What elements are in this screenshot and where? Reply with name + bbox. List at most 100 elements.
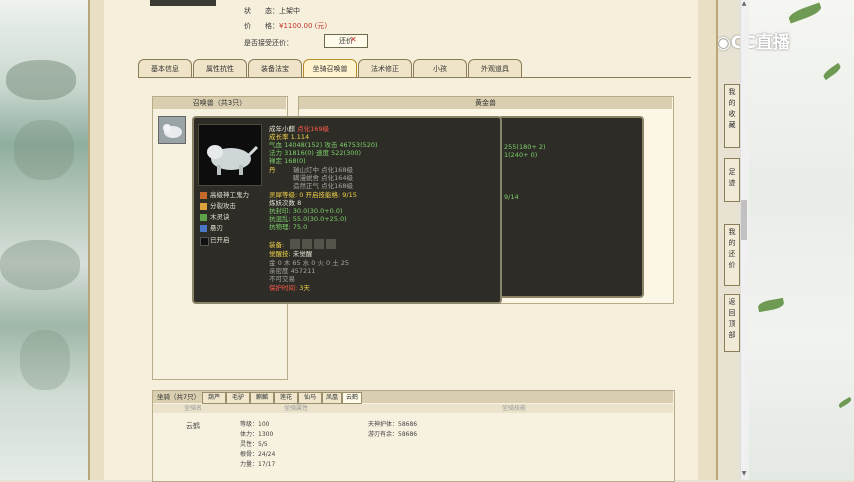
pet-name-line: 成年小麒 点化169级 bbox=[269, 125, 329, 133]
tab-1[interactable]: 属性抗性 bbox=[193, 59, 247, 78]
protect-row: 保护时间: 3天 bbox=[269, 284, 310, 292]
skill-icon-4 bbox=[200, 225, 207, 232]
mount-tab-1[interactable]: 毛驴 bbox=[226, 392, 250, 404]
side-offers-label: 我的还价 bbox=[728, 228, 736, 269]
left-scenery bbox=[0, 0, 88, 480]
atk-value: 攻击 46753 bbox=[324, 141, 361, 149]
skill-icon-1 bbox=[200, 192, 207, 199]
focus-row: 禅定 168(0) bbox=[269, 157, 306, 165]
atk-bonus: (520) bbox=[360, 141, 378, 149]
dan-2: 瞒漫蜕舍 点化164级 bbox=[293, 174, 353, 182]
mount-tab-4[interactable]: 仙马 bbox=[298, 392, 322, 404]
tab-3[interactable]: 坐骑召唤兽 bbox=[303, 59, 357, 78]
tooltip2-stat-3: 9/14 bbox=[504, 193, 519, 201]
live-logo-icon: ◉ bbox=[716, 33, 731, 53]
pet-avatar[interactable] bbox=[158, 116, 186, 144]
mount-header-title: 坐骑（共7只） bbox=[157, 393, 201, 401]
focus-bonus: (0) bbox=[296, 157, 306, 165]
awaken-value: 未觉醒 bbox=[292, 250, 313, 258]
skill-4: 悬刃 bbox=[210, 224, 223, 232]
mount-tab-2[interactable]: 麒麟 bbox=[250, 392, 274, 404]
trade-status: 不可交易 bbox=[269, 275, 295, 283]
resist-chaos: 抗混乱: 55.0(30.0+25.0) bbox=[269, 215, 347, 223]
equip-slot-2[interactable] bbox=[302, 239, 312, 249]
awaken-row: 觉醒技: 未觉醒 bbox=[269, 250, 312, 258]
mp-bonus: (0) bbox=[304, 149, 314, 157]
side-favorites-label: 我的收藏 bbox=[728, 88, 736, 129]
mount-tab-0[interactable]: 葫芦 bbox=[202, 392, 226, 404]
mount-tab-6[interactable]: 云鹤 bbox=[342, 392, 362, 404]
train-count: 炼妖次数 8 bbox=[269, 199, 302, 207]
protect-label: 保护时间: bbox=[269, 284, 298, 292]
spd-value: 速度 522 bbox=[316, 149, 344, 157]
pet-detail-header: 黄金兽 bbox=[299, 97, 672, 109]
tab-0[interactable]: 基本信息 bbox=[138, 59, 192, 78]
offer-label: 是否接受还价： bbox=[244, 39, 293, 47]
mount-attr-5: 力量：17/17 bbox=[240, 461, 276, 468]
price-value: ¥1100.00 (元) bbox=[279, 22, 328, 30]
status-value: 上架中 bbox=[279, 7, 300, 15]
equip-slot-3[interactable] bbox=[314, 239, 324, 249]
live-logo[interactable]: ◉CC直播 bbox=[716, 30, 840, 56]
dan-label: 丹 bbox=[269, 166, 276, 174]
resist-seal: 抗封印: 30.0(30.0+0.0) bbox=[269, 207, 343, 215]
mount-name: 云鹤 bbox=[186, 422, 200, 430]
intimacy: 亲密度 457211 bbox=[269, 267, 316, 275]
pet-portrait bbox=[198, 124, 262, 186]
mount-tab-3[interactable]: 莲花 bbox=[274, 392, 298, 404]
item-image bbox=[150, 0, 216, 6]
scroll-down-icon[interactable]: ▼ bbox=[740, 470, 748, 478]
equip-slot-4[interactable] bbox=[326, 239, 336, 249]
skill-2: 分裂攻击 bbox=[210, 202, 236, 210]
right-scenery bbox=[748, 0, 854, 480]
protect-value: 3天 bbox=[299, 284, 310, 292]
white-lion-icon bbox=[207, 145, 259, 175]
skill-icon-3 bbox=[200, 214, 207, 221]
tab-6[interactable]: 外观道具 bbox=[468, 59, 522, 78]
offer-close-icon[interactable]: ✕ bbox=[350, 36, 358, 44]
dan-3: 造然正气 点化168级 bbox=[293, 182, 353, 190]
skill-1: 高级神工鬼力 bbox=[210, 191, 249, 199]
scrollbar-thumb[interactable] bbox=[741, 200, 747, 240]
equip-label: 装备: bbox=[269, 241, 285, 249]
hp-bonus: (152) bbox=[304, 141, 323, 149]
skill-icon-5 bbox=[200, 237, 209, 246]
side-favorites-button[interactable]: 我的收藏 bbox=[724, 84, 740, 148]
spirit-row: 灵犀等级: 0 开启技能格: 9/15 bbox=[269, 191, 357, 199]
side-history-button[interactable]: 足迹 bbox=[724, 158, 740, 202]
mount-skill-1: 天神护体：58686 bbox=[368, 421, 418, 428]
mount-attr-3: 灵性：5/5 bbox=[240, 441, 268, 448]
resist-physical: 抗物理: 75.0 bbox=[269, 223, 308, 231]
tooltip2-stat-2: 1(240+ 0) bbox=[504, 151, 538, 159]
side-history-label: 足迹 bbox=[728, 168, 736, 187]
mount-attr-4: 根骨：24/24 bbox=[240, 451, 276, 458]
mount-attr-2: 体力：1300 bbox=[240, 431, 274, 438]
mount-tab-5[interactable]: 凤凰 bbox=[322, 392, 342, 404]
tab-2[interactable]: 装备法宝 bbox=[248, 59, 302, 78]
price-label: 价 格： bbox=[244, 22, 279, 30]
focus-value: 禅定 168 bbox=[269, 157, 297, 165]
pet-name: 成年小麒 bbox=[269, 125, 295, 133]
page-scrollbar[interactable] bbox=[740, 0, 749, 480]
pet-name-tag: 点化169级 bbox=[297, 125, 329, 133]
growth-rate: 成长率 1.114 bbox=[269, 133, 310, 141]
mount-skill-2: 游刃有余：58686 bbox=[368, 431, 418, 438]
side-top-button[interactable]: 返回顶部 bbox=[724, 294, 740, 352]
skill-3: 木灵诀 bbox=[210, 213, 230, 221]
tab-5[interactable]: 小孩 bbox=[413, 59, 467, 78]
equip-slot-1[interactable] bbox=[290, 239, 300, 249]
awaken-label: 觉醒技: bbox=[269, 250, 291, 258]
spirit-value: 0 开启技能格: 9/15 bbox=[299, 191, 357, 199]
offer-button[interactable]: 还价 bbox=[324, 34, 368, 48]
mp-value: 法力 31816 bbox=[269, 149, 305, 157]
side-top-label: 返回顶部 bbox=[728, 298, 736, 339]
status-label: 状 态： bbox=[244, 7, 279, 15]
scroll-up-icon[interactable]: ▲ bbox=[740, 0, 748, 8]
tab-4[interactable]: 法术修正 bbox=[358, 59, 412, 78]
mount-col-skills: 坐骑技能 bbox=[502, 405, 527, 412]
mount-subheader bbox=[153, 404, 673, 413]
skill-5: 已开启 bbox=[210, 236, 230, 244]
side-offers-button[interactable]: 我的还价 bbox=[724, 224, 740, 286]
skill-icon-2 bbox=[200, 203, 207, 210]
mount-col-attrs: 坐骑属性 bbox=[284, 405, 309, 412]
